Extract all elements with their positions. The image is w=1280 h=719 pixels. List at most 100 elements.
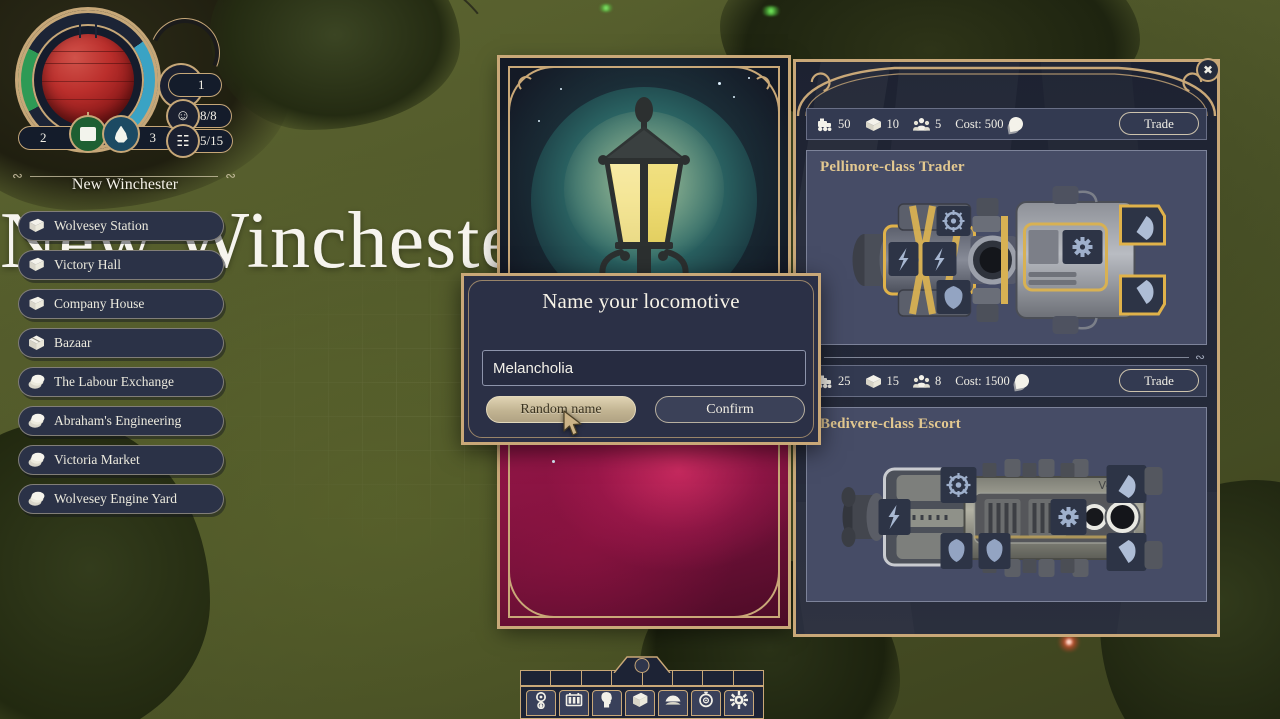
map-green-light (760, 6, 782, 16)
book-icon (27, 256, 46, 275)
game-screen: New Winchester 2 3 ☠ 1 ☺ 8/ (0, 0, 1280, 719)
crew-stat: 5 (913, 117, 941, 132)
location-item[interactable]: Wolvesey Engine Yard (18, 484, 224, 514)
terror-value: 1 (198, 77, 205, 92)
compass-icon (697, 691, 715, 714)
flame-icon[interactable] (104, 117, 138, 151)
speed-value: 50 (838, 116, 851, 131)
profile-head-icon (598, 691, 616, 714)
cost-label: Cost: 500 (955, 116, 1004, 131)
toolbar-buttons (520, 686, 764, 719)
ship-name: Pellinore-class Trader (820, 159, 965, 175)
location-item-label: Bazaar (54, 335, 92, 350)
location-item-label: Victory Hall (54, 257, 122, 272)
locomotive-gauge-icon (532, 691, 550, 714)
locomotive-name-input[interactable] (482, 350, 806, 386)
confirm-button[interactable]: Confirm (655, 396, 805, 423)
fuel-glyph (80, 127, 96, 141)
terror-counter[interactable]: 1 (168, 73, 222, 97)
location-item-label: Wolvesey Station (54, 218, 149, 233)
cargo-stat: 15 (865, 373, 900, 389)
ship-name: Bedivere-class Escort (820, 416, 961, 432)
location-item-label: Abraham's Engineering (54, 413, 182, 428)
cargo-value: 5/15 (200, 133, 224, 148)
location-item[interactable]: Company House (18, 289, 224, 319)
random-name-button[interactable]: Random name (486, 396, 636, 423)
crew-value: 8/8 (200, 108, 217, 123)
close-icon[interactable]: ✖ (1198, 60, 1218, 80)
navigation-button[interactable] (690, 689, 721, 716)
toolbar-knob (635, 659, 649, 672)
book-icon (631, 691, 649, 714)
location-item[interactable]: Bazaar (18, 328, 224, 358)
fuel-value: 2 (40, 130, 47, 145)
locomotive-icon (816, 117, 833, 132)
cargo-value: 10 (886, 116, 900, 131)
location-item-label: Victoria Market (54, 452, 140, 467)
locomotive-button[interactable] (525, 689, 556, 716)
crew-roster-icon (565, 691, 583, 714)
coins-icon (27, 490, 46, 509)
supplies-value: 3 (149, 130, 157, 145)
trade-button[interactable]: Trade (1119, 112, 1199, 135)
coin-icon (1013, 372, 1030, 390)
trade-list: 50 10 5 Cost: 500 Trade Pellinore-class Trade… (806, 108, 1207, 626)
cargo-hold-icon (664, 691, 682, 714)
crate-icon (865, 117, 882, 132)
crew-stat: 8 (913, 374, 941, 389)
coins-icon (27, 412, 46, 431)
coin-icon (1007, 115, 1024, 133)
coins-icon (27, 373, 46, 392)
bedivere-class-escort-illustration: V-ccV8 (806, 437, 1207, 597)
coins-icon (27, 451, 46, 470)
cost-stat: Cost: 500 (955, 115, 1024, 133)
location-item[interactable]: Wolvesey Station (18, 211, 224, 241)
crate-icon (865, 374, 882, 389)
ship-card[interactable]: Pellinore-class Trader (806, 150, 1207, 345)
cargo-button[interactable] (657, 689, 688, 716)
crate-icon (27, 334, 46, 353)
ship-stats-row: 25 15 8 Cost: 1500 Trade (806, 365, 1207, 397)
crew-value: 5 (935, 116, 942, 131)
cargo-value: 15 (886, 373, 900, 388)
speed-stat: 50 (816, 117, 851, 132)
crew-icon (913, 374, 930, 389)
location-item-label: Wolvesey Engine Yard (54, 491, 178, 506)
dial-tick (79, 16, 81, 38)
dialog-title: Name your locomotive (542, 289, 740, 313)
cost-label: Cost: 1500 (955, 373, 1010, 388)
speed-stat: 25 (816, 374, 851, 389)
location-list: Wolvesey Station Victory Hall Company Hous… (18, 211, 224, 523)
location-item[interactable]: Victoria Market (18, 445, 224, 475)
location-item[interactable]: Victory Hall (18, 250, 224, 280)
status-hud: 2 3 ☠ 1 ☺ 8/8 ☷ 5/15 ∾ ∾ (0, 0, 250, 182)
flame-glyph (114, 125, 128, 143)
crew-counter[interactable]: ☺ 8/8 (168, 101, 232, 131)
pellinore-class-trader-illustration (806, 180, 1207, 340)
crew-value: 8 (935, 373, 942, 388)
settings-button[interactable] (723, 689, 754, 716)
map-green-light (598, 4, 614, 12)
ship-card[interactable]: Bedivere-class Escort (806, 407, 1207, 602)
name-locomotive-dialog: Name your locomotive Random name Confirm (461, 273, 821, 445)
journal-button[interactable] (624, 689, 655, 716)
trade-button[interactable]: Trade (1119, 369, 1199, 392)
gear-icon (729, 691, 748, 714)
crew-icon (913, 117, 930, 132)
book-icon (27, 217, 46, 236)
ship-stats-row: 50 10 5 Cost: 500 Trade (806, 108, 1207, 140)
book-icon (27, 295, 46, 314)
fuel-icon[interactable] (71, 117, 105, 151)
bottom-toolbar (516, 656, 768, 719)
dial-tick (95, 16, 97, 38)
cargo-crate-icon: ☷ (168, 126, 198, 156)
crew-button[interactable] (558, 689, 589, 716)
cargo-counter[interactable]: ☷ 5/15 (168, 126, 234, 156)
current-location-name: New Winchester (71, 176, 179, 193)
character-button[interactable] (591, 689, 622, 716)
location-item[interactable]: The Labour Exchange (18, 367, 224, 397)
location-item[interactable]: Abraham's Engineering (18, 406, 224, 436)
location-item-label: The Labour Exchange (54, 374, 174, 389)
trade-panel: 50 10 5 Cost: 500 Trade Pellinore-class Trade… (793, 59, 1220, 637)
cargo-stat: 10 (865, 116, 900, 132)
